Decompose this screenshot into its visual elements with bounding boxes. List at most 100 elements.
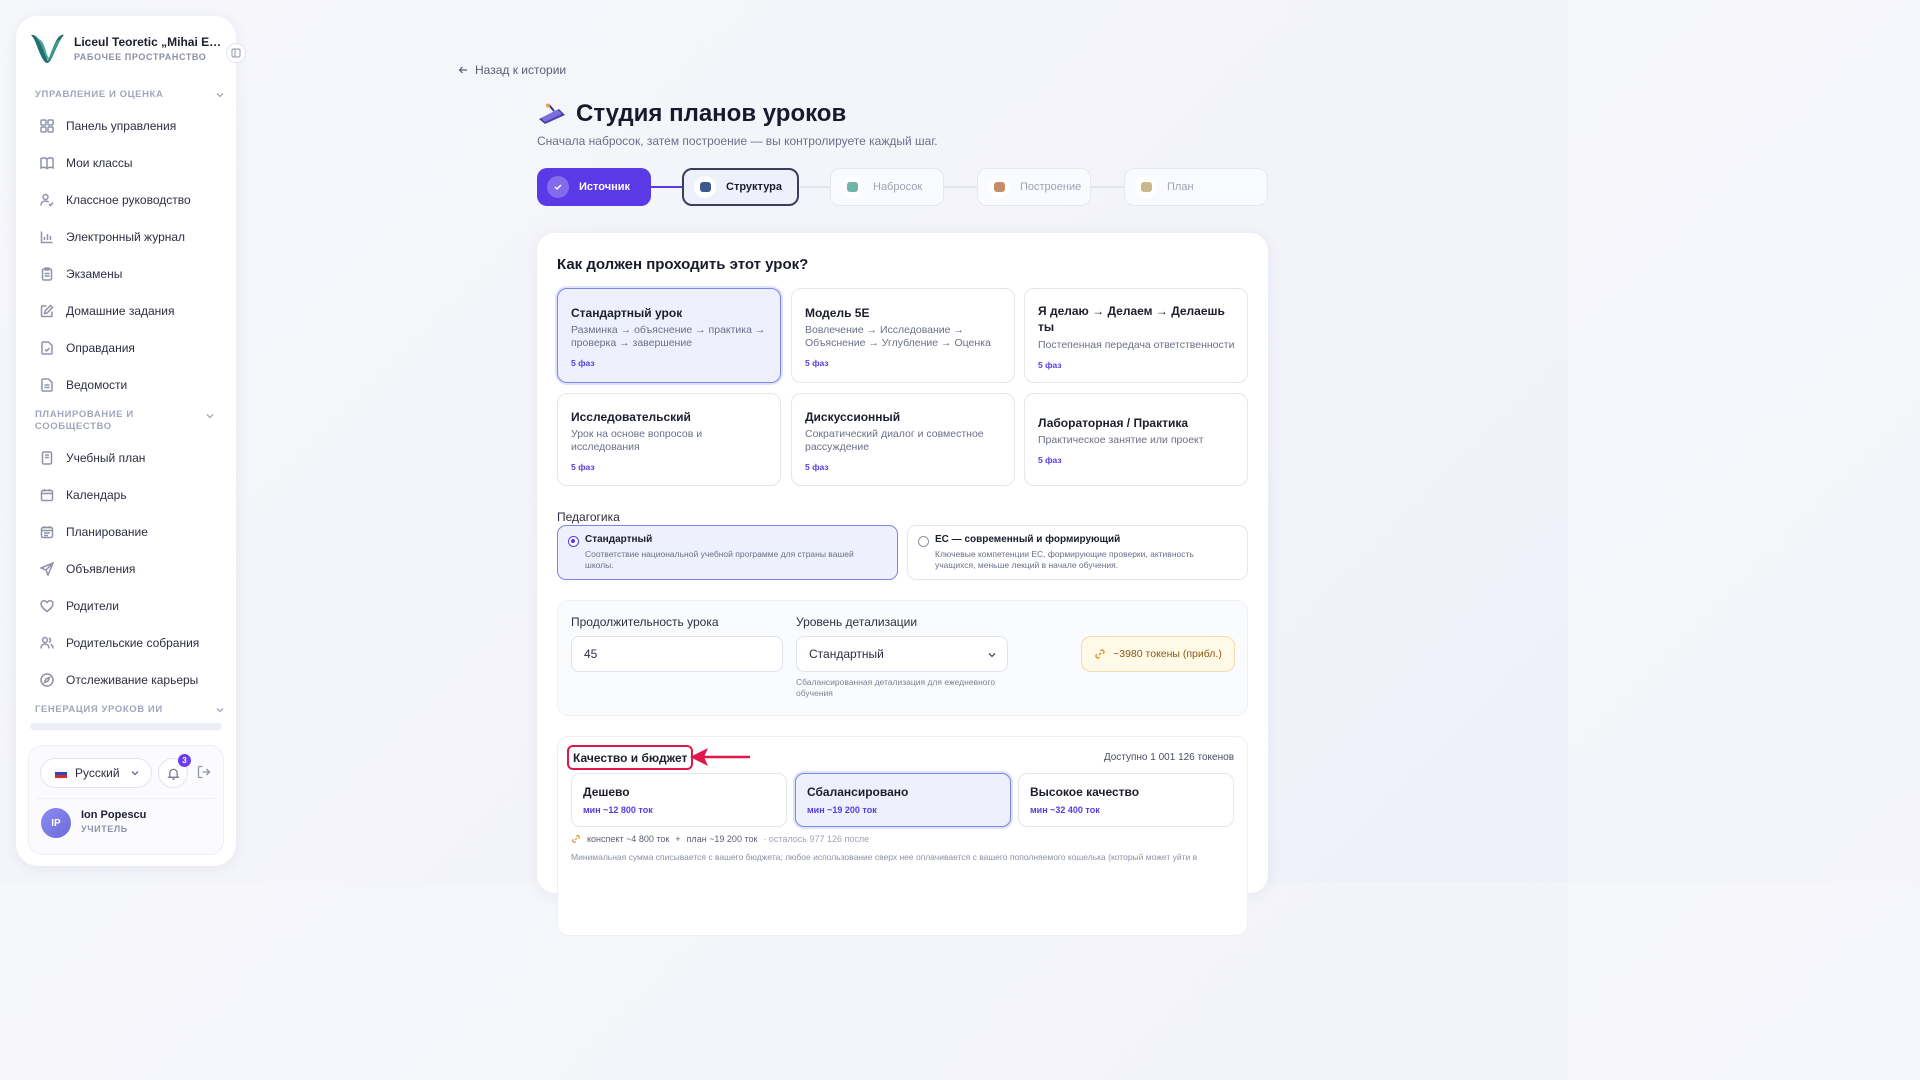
- sidebar-item-announcements[interactable]: Объявления: [40, 559, 135, 579]
- sidebar-item-my-classes[interactable]: Мои классы: [40, 153, 133, 173]
- page-subtitle: Сначала набросок, затем построение — вы …: [537, 134, 938, 148]
- template-description: Постепенная передача ответственности: [1038, 339, 1235, 351]
- template-phases: 5 фаз: [805, 358, 829, 368]
- calendar-plan-icon: [40, 526, 54, 539]
- sidebar-item-label: Родительские собрания: [66, 636, 200, 650]
- pedagogy-label: Педагогика: [557, 510, 620, 524]
- tier-cheap[interactable]: Дешево мин ~12 800 ток: [571, 773, 787, 827]
- annotation-arrow-icon: [690, 748, 750, 766]
- sidebar-item-parents[interactable]: Родители: [40, 596, 119, 616]
- bar-chart-icon: [40, 231, 53, 244]
- template-title: Я делаю → Делаем → Делаешь ты: [1038, 304, 1225, 334]
- lesson-flow-question: Как должен проходить этот урок?: [557, 256, 809, 273]
- template-discussion[interactable]: Дискуссионный Сократический диалог и сов…: [791, 393, 1015, 486]
- chevron-down-icon: [988, 653, 996, 658]
- back-to-history-link[interactable]: Назад к истории: [458, 63, 566, 77]
- user-name: Ion Popescu: [81, 809, 147, 821]
- chevron-down-icon: [131, 771, 138, 776]
- template-lab-practice[interactable]: Лабораторная / Практика Практическое зан…: [1024, 393, 1248, 486]
- step-draft[interactable]: Набросок: [830, 168, 944, 206]
- divider: [37, 798, 215, 799]
- available-tokens: Доступно 1 001 126 токенов: [1103, 752, 1234, 763]
- template-phases: 5 фаз: [1038, 455, 1062, 465]
- brand[interactable]: Liceul Teoretic „Mihai Eminescu” РАБОЧЕЕ…: [28, 30, 228, 66]
- step-label: Набросок: [873, 181, 923, 193]
- sidebar-item-planning[interactable]: Планирование: [40, 522, 148, 542]
- sidebar-item-label: Родители: [66, 599, 119, 613]
- sidebar-item-curriculum[interactable]: Учебный план: [40, 448, 145, 468]
- step-build[interactable]: Построение: [977, 168, 1091, 206]
- token-breakdown: конспект ~4 800 ток + план ~19 200 ток ·…: [571, 834, 869, 844]
- sidebar-item-homework[interactable]: Домашние задания: [40, 301, 175, 321]
- template-inquiry[interactable]: Исследовательский Урок на основе вопросо…: [557, 393, 781, 486]
- page-header: Студия планов уроков: [537, 100, 846, 128]
- notebook-icon: [41, 451, 53, 465]
- sidebar-toggle-icon: [231, 48, 241, 58]
- check-icon: [547, 176, 569, 198]
- plus-sign: +: [675, 834, 681, 844]
- sidebar-item-exams[interactable]: Экзамены: [40, 264, 122, 284]
- tier-name: Высокое качество: [1030, 785, 1140, 799]
- sidebar-item-label: Классное руководство: [66, 193, 191, 207]
- template-title: Модель 5E: [805, 306, 870, 320]
- file-text-icon: [41, 378, 53, 392]
- sidebar-item-reports[interactable]: Ведомости: [40, 375, 127, 395]
- duration-label: Продолжительность урока: [571, 615, 719, 629]
- sidebar: Liceul Teoretic „Mihai Eminescu” РАБОЧЕЕ…: [16, 16, 236, 866]
- step-connector: [1091, 186, 1124, 188]
- token-estimate-badge: ~3980 токены (прибл.): [1081, 636, 1235, 672]
- sidebar-footer: Русский 3 IP Ion Popescu УЧИТЕЛЬ: [28, 745, 224, 855]
- user-check-icon: [40, 193, 54, 207]
- template-5e-model[interactable]: Модель 5E Вовлечение → Исследование → Об…: [791, 288, 1015, 383]
- step-structure[interactable]: Структура: [682, 168, 799, 206]
- page-title: Студия планов уроков: [576, 100, 847, 127]
- language-selector[interactable]: Русский: [40, 758, 152, 788]
- section-header-management[interactable]: УПРАВЛЕНИЕ И ОЦЕНКА: [35, 89, 225, 101]
- sidebar-item-gradebook[interactable]: Электронный журнал: [40, 227, 185, 247]
- tier-name: Дешево: [583, 785, 630, 799]
- step-plan[interactable]: План: [1124, 168, 1268, 206]
- radio-unselected[interactable]: [918, 536, 929, 547]
- template-standard-lesson[interactable]: Стандартный урок Разминка → объяснение →…: [557, 288, 781, 383]
- sidebar-item-career-tracking[interactable]: Отслеживание карьеры: [40, 670, 198, 690]
- step-connector: [799, 186, 830, 188]
- wizard-stepper: Источник Структура Набросок Построение П…: [537, 168, 1268, 206]
- detail-level-value: Стандартный: [809, 647, 884, 661]
- tier-high-quality[interactable]: Высокое качество мин ~32 400 ток: [1018, 773, 1234, 827]
- sidebar-item-label: Календарь: [66, 488, 127, 502]
- sidebar-item-calendar[interactable]: Календарь: [40, 485, 127, 505]
- school-name: Liceul Teoretic „Mihai Eminescu”: [74, 34, 222, 49]
- template-i-do-we-do-you-do[interactable]: Я делаю → Делаем → Делаешь ты Постепенна…: [1024, 288, 1248, 383]
- dashboard-icon: [40, 119, 54, 133]
- sidebar-item-class-management[interactable]: Классное руководство: [40, 190, 191, 210]
- step-source[interactable]: Источник: [537, 168, 651, 206]
- sidebar-item-dashboard[interactable]: Панель управления: [40, 116, 176, 136]
- link-icon: [1095, 649, 1105, 659]
- template-description: Урок на основе вопросов и исследования: [571, 428, 703, 453]
- tier-balanced[interactable]: Сбалансировано мин ~19 200 ток: [795, 773, 1011, 827]
- logout-icon[interactable]: [197, 765, 211, 779]
- section-header-planning[interactable]: ПЛАНИРОВАНИЕ И СООБЩЕСТВО: [35, 409, 155, 433]
- chevron-down-icon: [206, 414, 214, 419]
- flag-icon: [55, 768, 67, 778]
- pedagogy-option-standard[interactable]: Стандартный Соответствие национальной уч…: [557, 525, 898, 580]
- outline-tokens: конспект ~4 800 ток: [587, 834, 670, 844]
- detail-level-select[interactable]: Стандартный: [796, 636, 1008, 672]
- radio-selected[interactable]: [568, 536, 579, 547]
- step-connector: [944, 186, 977, 188]
- sidebar-item-label: Мои классы: [66, 156, 133, 170]
- back-link-label: Назад к истории: [475, 63, 567, 77]
- school-logo-icon: [31, 34, 64, 63]
- pedagogy-option-ec[interactable]: EC — современный и формирующий Ключевые …: [907, 525, 1248, 580]
- template-title: Исследовательский: [571, 410, 691, 424]
- sidebar-item-excuses[interactable]: Оправдания: [40, 338, 135, 358]
- avatar[interactable]: IP: [41, 808, 71, 838]
- sidebar-item-parent-meetings[interactable]: Родительские собрания: [40, 633, 199, 653]
- section-header-ai-generation[interactable]: ГЕНЕРАЦИЯ УРОКОВ ИИ: [35, 704, 225, 716]
- notifications-button[interactable]: 3: [158, 754, 191, 788]
- duration-input[interactable]: 45: [571, 636, 783, 672]
- lesson-plan-icon: [539, 103, 565, 124]
- collapse-sidebar-button[interactable]: [226, 43, 246, 63]
- pedagogy-option-title: Стандартный: [585, 534, 653, 545]
- chevron-down-icon: [216, 708, 224, 713]
